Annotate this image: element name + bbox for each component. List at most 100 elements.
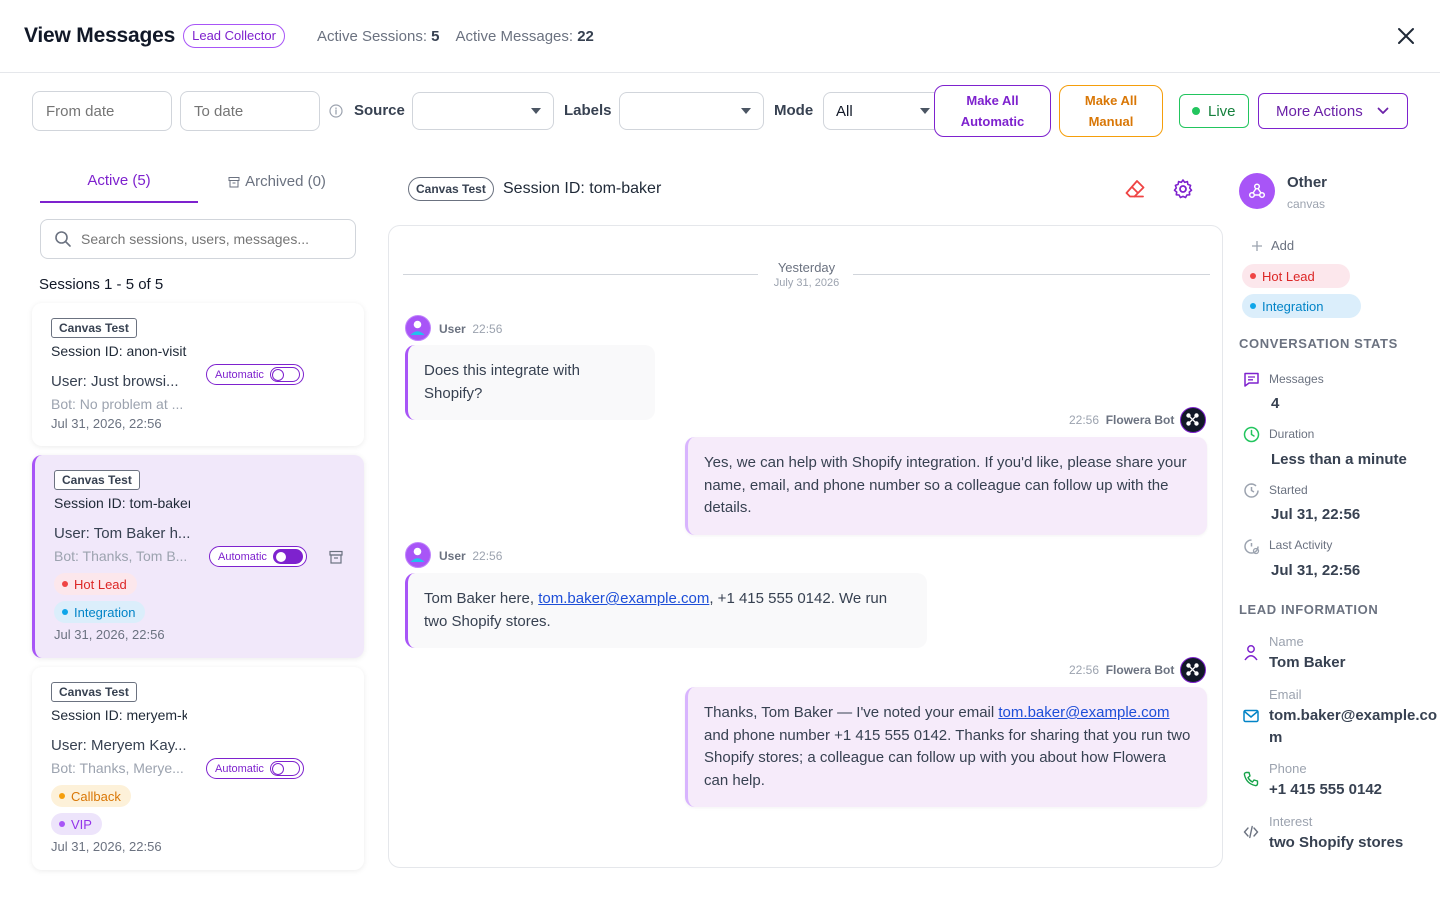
- stat-value: Jul 31, 22:56: [1271, 506, 1361, 523]
- page-title: View Messages: [24, 24, 176, 47]
- chevron-down-icon: [531, 108, 541, 114]
- bot-avatar: [1180, 657, 1206, 683]
- stat-label: Started: [1269, 483, 1308, 497]
- chat-session-id: Session ID: tom-baker: [503, 180, 662, 197]
- conversation-stats-title: CONVERSATION STATS: [1239, 336, 1398, 351]
- user-message: Tom Baker here, tom.baker@example.com, +…: [405, 573, 927, 648]
- search-icon: [55, 231, 71, 247]
- from-date-input[interactable]: [32, 91, 172, 131]
- gear-icon[interactable]: [1172, 178, 1194, 200]
- session-id: Session ID: meryem-k: [51, 707, 187, 723]
- session-date: Jul 31, 2026, 22:56: [54, 627, 165, 642]
- plus-icon: [1252, 240, 1262, 251]
- user-icon: [410, 547, 425, 562]
- lead-label: Email: [1269, 687, 1302, 702]
- lead-value: Tom Baker: [1269, 654, 1346, 671]
- user-avatar: [405, 315, 431, 341]
- mode-toggle[interactable]: Automatic: [206, 758, 304, 779]
- message-meta: User 22:56: [439, 322, 503, 336]
- activity-clock-icon: [1244, 539, 1260, 555]
- session-id: Session ID: tom-baker: [54, 495, 190, 511]
- live-status-icon: [1192, 107, 1200, 115]
- source-name: Other: [1287, 174, 1328, 191]
- session-card-selected[interactable]: Canvas Test Session ID: tom-baker User: …: [32, 455, 364, 658]
- tab-archived[interactable]: Archived (0): [198, 160, 356, 203]
- info-icon[interactable]: [329, 104, 343, 118]
- bot-logo-icon: [1186, 663, 1199, 676]
- clock-icon: [1243, 426, 1260, 443]
- labels-label: Labels: [564, 102, 612, 119]
- bot-message: Thanks, Tom Baker — I've noted your emai…: [685, 687, 1207, 807]
- last-bot-message: Bot: Thanks, Tom B...: [54, 548, 188, 564]
- lead-information-title: LEAD INFORMATION: [1239, 602, 1379, 617]
- lead-value[interactable]: +1 415 555 0142: [1269, 779, 1382, 801]
- mode-toggle[interactable]: Automatic: [209, 546, 307, 567]
- chevron-down-icon: [741, 108, 751, 114]
- stat-value: 4: [1271, 395, 1280, 412]
- label-pill-integration: Integration: [54, 601, 146, 623]
- chat-header: Canvas Test Session ID: tom-baker: [408, 176, 1224, 204]
- toggle-switch[interactable]: [273, 549, 303, 564]
- lead-label: Name: [1269, 634, 1304, 649]
- message-icon: [1244, 372, 1259, 387]
- add-label-button[interactable]: Add: [1251, 238, 1294, 253]
- make-all-automatic-button[interactable]: Make All Automatic: [934, 85, 1051, 137]
- label-pill-hot-lead[interactable]: Hot Lead: [1242, 264, 1350, 288]
- lead-label: Interest: [1269, 814, 1313, 829]
- message-meta: User 22:56: [439, 549, 503, 563]
- session-id: Session ID: anon-visit: [51, 343, 187, 359]
- source-select[interactable]: [412, 92, 554, 130]
- phone-icon: [1243, 771, 1259, 787]
- active-messages-stat: Active Messages: 22: [455, 27, 594, 45]
- channel-tag: Canvas Test: [51, 318, 137, 338]
- stat-label: Messages: [1269, 372, 1324, 386]
- session-tabs: Active (5) Archived (0): [40, 160, 356, 203]
- user-message: Does this integrate with Shopify?: [405, 345, 655, 420]
- to-date-input[interactable]: [180, 91, 320, 131]
- toggle-switch[interactable]: [270, 761, 300, 776]
- label-pill-vip: VIP: [51, 813, 102, 835]
- message-meta: 22:56 Flowera Bot: [1069, 413, 1175, 427]
- search-input[interactable]: [40, 219, 356, 259]
- user-avatar: [405, 542, 431, 568]
- mode-select[interactable]: All: [823, 92, 943, 130]
- active-sessions-stat: Active Sessions: 5: [316, 27, 440, 45]
- email-icon: [1243, 709, 1259, 723]
- mode-label: Mode: [774, 102, 814, 119]
- more-actions-button[interactable]: More Actions: [1258, 93, 1408, 129]
- filter-toolbar: Source Labels Mode All Make All Automati…: [32, 85, 1412, 137]
- webhook-icon: [1248, 183, 1266, 199]
- last-user-message: User: Just browsi...: [51, 373, 179, 390]
- label-pill-hot-lead: Hot Lead: [54, 573, 137, 595]
- lead-value[interactable]: tom.baker@example.com: [1269, 705, 1440, 749]
- mode-toggle[interactable]: Automatic: [206, 364, 304, 385]
- labels-select[interactable]: [619, 92, 764, 130]
- channel-tag: Canvas Test: [54, 470, 140, 490]
- stat-label: Duration: [1269, 427, 1315, 441]
- session-card[interactable]: Canvas Test Session ID: anon-visit User:…: [32, 303, 364, 446]
- source-sub: canvas: [1287, 197, 1326, 211]
- make-all-manual-button[interactable]: Make All Manual: [1059, 85, 1163, 137]
- bot-avatar: [1180, 407, 1206, 433]
- close-icon: [1398, 28, 1414, 44]
- person-icon: [1244, 645, 1258, 661]
- session-card[interactable]: Canvas Test Session ID: meryem-k User: M…: [32, 667, 364, 870]
- email-link[interactable]: tom.baker@example.com: [538, 590, 709, 607]
- archive-icon[interactable]: [329, 550, 343, 564]
- tab-active[interactable]: Active (5): [40, 160, 198, 203]
- header: View Messages Lead Collector Active Sess…: [0, 0, 1440, 73]
- live-button[interactable]: Live: [1179, 94, 1249, 128]
- email-link[interactable]: tom.baker@example.com: [998, 704, 1169, 721]
- stat-value: Less than a minute: [1271, 451, 1407, 468]
- sessions-count: Sessions 1 - 5 of 5: [39, 276, 164, 293]
- toggle-switch[interactable]: [270, 367, 300, 382]
- source-label: Source: [354, 102, 405, 119]
- label-pill-integration[interactable]: Integration: [1242, 294, 1361, 318]
- archive-icon: [228, 176, 240, 187]
- eraser-icon[interactable]: [1124, 178, 1146, 200]
- date-divider: Yesterday July 31, 2026: [389, 258, 1222, 294]
- close-button[interactable]: [1394, 24, 1418, 48]
- message-thread[interactable]: Yesterday July 31, 2026 User 22:56 Does …: [388, 225, 1223, 868]
- session-date: Jul 31, 2026, 22:56: [51, 416, 162, 431]
- stat-value: Jul 31, 22:56: [1271, 562, 1361, 579]
